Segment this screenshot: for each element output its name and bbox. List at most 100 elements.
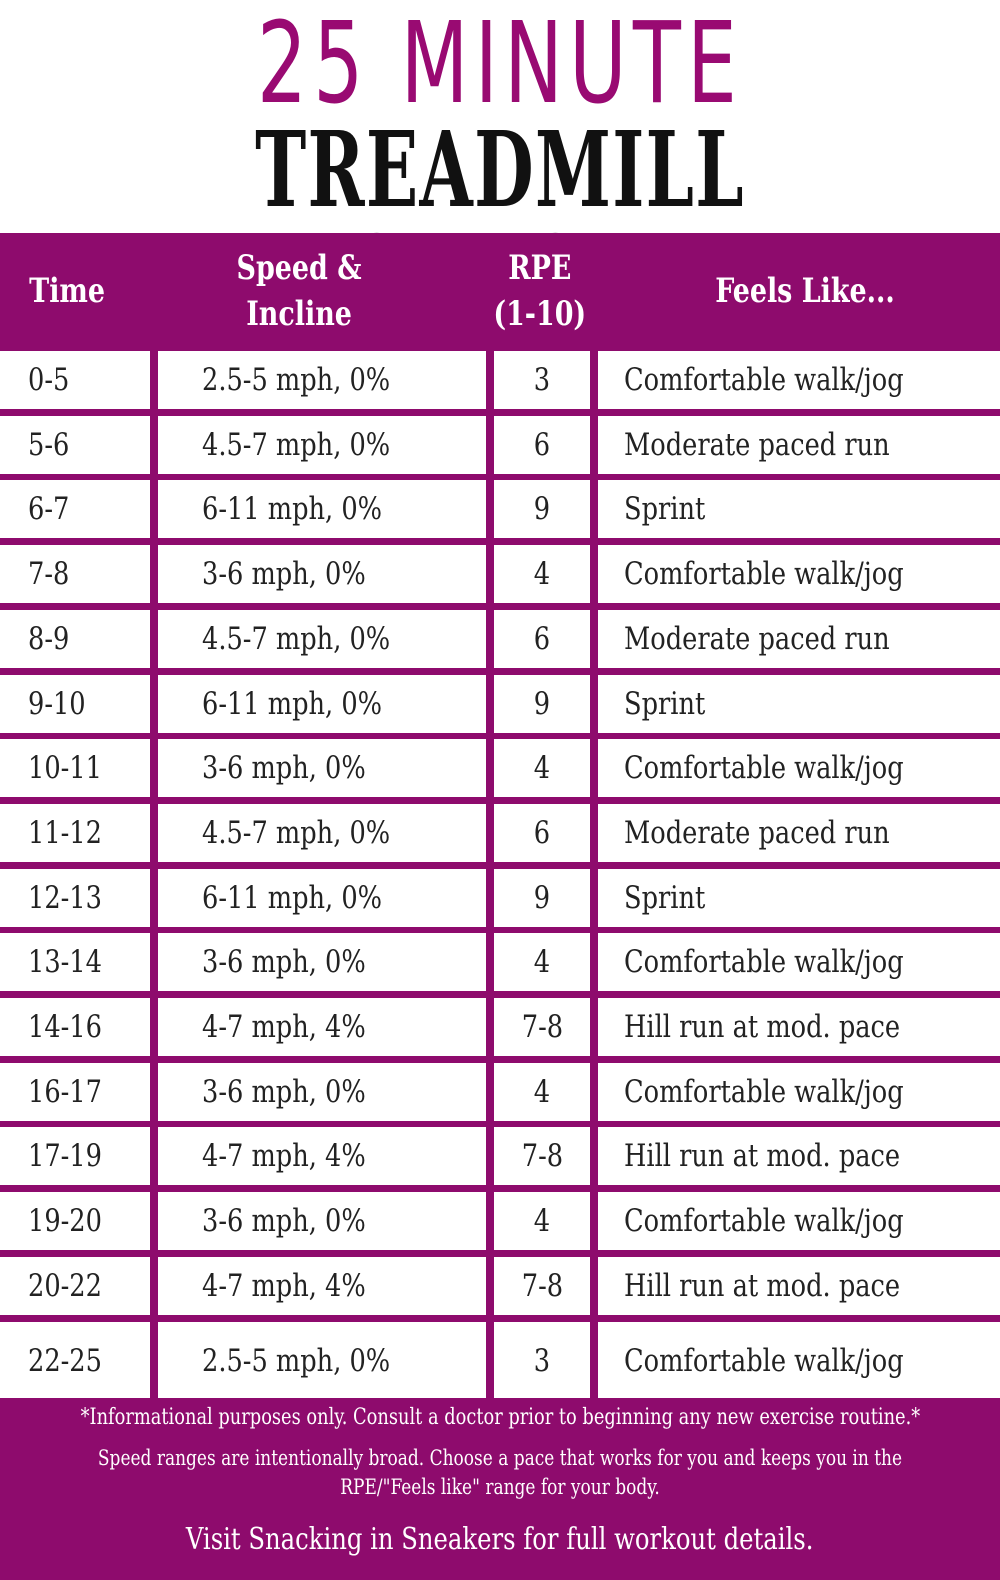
- cell-feels-text: Moderate paced run: [624, 620, 890, 657]
- cell-time: 11-12: [0, 803, 150, 862]
- table-row: 7-8 3-6 mph, 0% 4 Comfortable walk/jog: [0, 545, 1000, 604]
- table-row: 6-7 6-11 mph, 0% 9 Sprint: [0, 480, 1000, 539]
- cell-feels-text: Comfortable walk/jog: [624, 1203, 904, 1240]
- cell-time: 9-10: [0, 674, 150, 733]
- cell-feels: Comfortable walk/jog: [598, 1062, 1000, 1121]
- cell-feels-text: Comfortable walk/jog: [624, 1073, 904, 1110]
- table-row: 8-9 4.5-7 mph, 0% 6 Moderate paced run: [0, 609, 1000, 668]
- cell-time: 5-6: [0, 415, 150, 474]
- cell-speed-text: 6-11 mph, 0%: [202, 491, 383, 528]
- cell-speed: 4-7 mph, 4%: [158, 1256, 486, 1315]
- cell-feels: Moderate paced run: [598, 415, 1000, 474]
- cell-feels: Hill run at mod. pace: [598, 1127, 1000, 1186]
- cell-speed: 3-6 mph, 0%: [158, 1062, 486, 1121]
- page-title: 25 MINUTE TREADMILL WORKOUT!: [0, 0, 1000, 326]
- header-time-label: Time: [29, 270, 106, 311]
- cell-time: 13-14: [0, 933, 150, 992]
- cell-speed: 4-7 mph, 4%: [158, 998, 486, 1056]
- cell-rpe-text: 9: [533, 491, 551, 528]
- cell-time: 6-7: [0, 480, 150, 539]
- cell-feels-text: Sprint: [624, 685, 706, 722]
- cell-time: 16-17: [0, 1062, 150, 1121]
- cell-time-text: 13-14: [28, 944, 102, 981]
- cell-speed-text: 4-7 mph, 4%: [202, 1267, 366, 1304]
- cell-time: 17-19: [0, 1127, 150, 1186]
- cell-speed-text: 4-7 mph, 4%: [202, 1009, 366, 1045]
- cell-feels: Comfortable walk/jog: [598, 1321, 1000, 1400]
- cell-rpe-text: 6: [533, 814, 551, 851]
- cell-speed: 4-7 mph, 4%: [158, 1127, 486, 1186]
- table-row: 16-17 3-6 mph, 0% 4 Comfortable walk/jog: [0, 1062, 1000, 1121]
- cell-feels: Hill run at mod. pace: [598, 998, 1000, 1056]
- cell-rpe: 7-8: [494, 1127, 590, 1186]
- cell-rpe-text: 9: [533, 879, 551, 916]
- speed-note-text: Speed ranges are intentionally broad. Ch…: [97, 1446, 903, 1499]
- cell-speed-text: 4-7 mph, 4%: [202, 1138, 366, 1175]
- cell-speed: 3-6 mph, 0%: [158, 1192, 486, 1251]
- table-row: 9-10 6-11 mph, 0% 9 Sprint: [0, 674, 1000, 733]
- cell-feels: Comfortable walk/jog: [598, 545, 1000, 604]
- header-rpe-line1: RPE: [508, 247, 572, 288]
- cell-rpe-text: 4: [533, 750, 551, 787]
- cell-time-text: 9-10: [28, 685, 86, 722]
- header-speed-line1: Speed &: [236, 247, 362, 288]
- cell-speed: 3-6 mph, 0%: [158, 933, 486, 992]
- cell-feels-text: Hill run at mod. pace: [624, 1138, 901, 1175]
- cell-time-text: 14-16: [28, 1009, 102, 1045]
- table-row: 19-20 3-6 mph, 0% 4 Comfortable walk/jog: [0, 1192, 1000, 1251]
- table-row: 10-11 3-6 mph, 0% 4 Comfortable walk/jog: [0, 739, 1000, 798]
- cell-speed-text: 3-6 mph, 0%: [202, 750, 366, 787]
- cell-feels-text: Sprint: [624, 491, 706, 528]
- table-row: 12-13 6-11 mph, 0% 9 Sprint: [0, 868, 1000, 927]
- table-row: 17-19 4-7 mph, 4% 7-8 Hill run at mod. pace: [0, 1127, 1000, 1186]
- cell-rpe-text: 4: [533, 556, 551, 593]
- cell-speed: 2.5-5 mph, 0%: [158, 1321, 486, 1400]
- speed-note: Speed ranges are intentionally broad. Ch…: [30, 1444, 970, 1502]
- cell-feels: Comfortable walk/jog: [598, 933, 1000, 992]
- cell-feels-text: Sprint: [624, 879, 706, 916]
- cell-speed: 4.5-7 mph, 0%: [158, 803, 486, 862]
- table-row: 22-25 2.5-5 mph, 0% 3 Comfortable walk/jog: [0, 1321, 1000, 1400]
- cell-feels-text: Comfortable walk/jog: [624, 750, 904, 787]
- cell-speed-text: 4.5-7 mph, 0%: [202, 426, 391, 463]
- cell-time-text: 10-11: [28, 750, 102, 787]
- cell-speed-text: 3-6 mph, 0%: [202, 556, 366, 593]
- cell-rpe: 7-8: [494, 1256, 590, 1315]
- cell-time: 19-20: [0, 1192, 150, 1251]
- visit-link[interactable]: Visit Snacking in Sneakers for full work…: [0, 1520, 1000, 1560]
- cell-time-text: 0-5: [28, 362, 70, 398]
- cell-feels: Sprint: [598, 480, 1000, 539]
- title-duration: 25 MINUTE: [256, 0, 744, 129]
- cell-time-text: 17-19: [28, 1138, 102, 1175]
- cell-speed-text: 3-6 mph, 0%: [202, 1073, 366, 1110]
- cell-speed: 6-11 mph, 0%: [158, 868, 486, 927]
- cell-time-text: 11-12: [28, 814, 102, 851]
- cell-rpe-text: 4: [533, 1203, 551, 1240]
- cell-rpe: 4: [494, 545, 590, 604]
- header-rpe: RPE (1-10): [470, 233, 610, 348]
- cell-rpe-text: 6: [533, 426, 551, 463]
- cell-speed-text: 2.5-5 mph, 0%: [202, 1342, 391, 1379]
- disclaimer: *Informational purposes only. Consult a …: [0, 1404, 1000, 1432]
- cell-rpe: 6: [494, 415, 590, 474]
- header-speed-line2: Incline: [246, 293, 352, 334]
- cell-feels: Hill run at mod. pace: [598, 1256, 1000, 1315]
- cell-rpe-text: 3: [533, 362, 551, 398]
- cell-time-text: 5-6: [28, 426, 70, 463]
- workout-table: Time Speed & Incline RPE (1-10) Feels Li…: [0, 233, 1000, 1400]
- cell-feels-text: Comfortable walk/jog: [624, 1342, 904, 1379]
- cell-speed: 2.5-5 mph, 0%: [158, 351, 486, 409]
- cell-time: 20-22: [0, 1256, 150, 1315]
- table-row: 11-12 4.5-7 mph, 0% 6 Moderate paced run: [0, 803, 1000, 862]
- header-feels: Feels Like...: [610, 233, 1000, 348]
- cell-feels: Comfortable walk/jog: [598, 351, 1000, 409]
- footer: *Informational purposes only. Consult a …: [0, 1398, 1000, 1580]
- cell-rpe: 6: [494, 609, 590, 668]
- cell-rpe-text: 7-8: [521, 1267, 563, 1304]
- cell-time-text: 22-25: [28, 1342, 102, 1379]
- cell-feels-text: Comfortable walk/jog: [624, 556, 904, 593]
- cell-speed: 6-11 mph, 0%: [158, 480, 486, 539]
- cell-feels: Sprint: [598, 674, 1000, 733]
- visit-text: Visit Snacking in Sneakers for full work…: [186, 1522, 814, 1557]
- cell-feels: Comfortable walk/jog: [598, 1192, 1000, 1251]
